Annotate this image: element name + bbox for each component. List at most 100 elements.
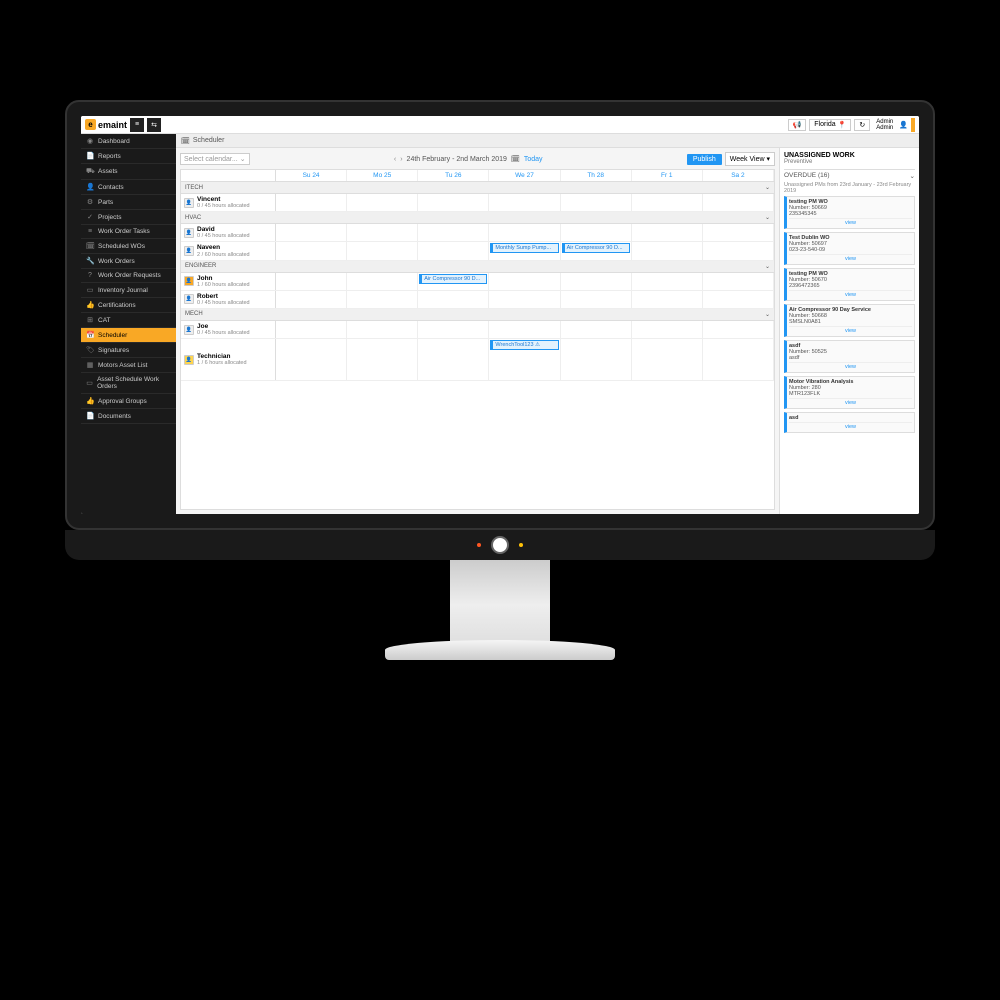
sidebar-item-documents[interactable]: 📄Documents bbox=[81, 409, 176, 424]
sidebar-item-dashboard[interactable]: ◉Dashboard bbox=[81, 134, 176, 149]
day-cell[interactable] bbox=[489, 321, 560, 338]
day-cell[interactable] bbox=[276, 339, 347, 380]
sidebar-item-contacts[interactable]: 👤Contacts bbox=[81, 180, 176, 195]
day-cell[interactable] bbox=[703, 291, 774, 308]
day-cell[interactable] bbox=[632, 291, 703, 308]
sidebar-item-certifications[interactable]: 👍Certifications bbox=[81, 298, 176, 313]
day-cell[interactable] bbox=[632, 224, 703, 241]
day-cell[interactable] bbox=[276, 273, 347, 290]
day-cell[interactable] bbox=[276, 224, 347, 241]
day-cell[interactable] bbox=[489, 194, 560, 211]
calendar-picker-icon[interactable]: 🗓 bbox=[511, 155, 520, 163]
day-cell[interactable] bbox=[276, 321, 347, 338]
prev-week-button[interactable]: ‹ bbox=[394, 156, 396, 163]
day-cell[interactable] bbox=[347, 291, 418, 308]
notifications-button[interactable]: 📢 bbox=[788, 119, 807, 131]
day-cell[interactable]: Air Compressor 90 D... bbox=[561, 242, 632, 259]
unassigned-work-card[interactable]: Motor Vibration AnalysisNumber: 280MTR12… bbox=[784, 376, 915, 409]
view-select[interactable]: Week View ▾ bbox=[725, 152, 775, 166]
resource-cell[interactable]: 👤Vincent0 / 45 hours allocated bbox=[181, 194, 276, 211]
day-cell[interactable]: Monthly Sump Pump... bbox=[489, 242, 560, 259]
sidebar-item-motors-asset-list[interactable]: ▦Motors Asset List bbox=[81, 358, 176, 373]
day-cell[interactable] bbox=[347, 273, 418, 290]
day-cell[interactable] bbox=[418, 291, 489, 308]
day-cell[interactable] bbox=[703, 273, 774, 290]
resource-group-header[interactable]: ENGINEER⌄ bbox=[181, 261, 774, 273]
day-cell[interactable] bbox=[703, 194, 774, 211]
day-cell[interactable] bbox=[418, 339, 489, 380]
unassigned-work-card[interactable]: testing PM WONumber: 506702396472365view bbox=[784, 268, 915, 301]
work-order-event[interactable]: Air Compressor 90 D... bbox=[419, 274, 487, 284]
sidebar-item-assets[interactable]: ⛟Assets bbox=[81, 164, 176, 180]
brand-logo[interactable]: e emaint bbox=[85, 119, 127, 130]
sidebar-item-cat[interactable]: ⊞CAT bbox=[81, 313, 176, 328]
card-view-link[interactable]: view bbox=[789, 290, 912, 298]
day-cell[interactable] bbox=[418, 194, 489, 211]
sidebar-item-inventory-journal[interactable]: ▭Inventory Journal bbox=[81, 283, 176, 298]
unassigned-work-card[interactable]: testing PM WONumber: 50669235345345view bbox=[784, 196, 915, 229]
sidebar-item-asset-schedule-work-orders[interactable]: ▭Asset Schedule Work Orders bbox=[81, 373, 176, 394]
sidebar-item-approval-groups[interactable]: 👍Approval Groups bbox=[81, 394, 176, 409]
calendar-select[interactable]: Select calendar... ⌄ bbox=[180, 153, 250, 165]
refresh-button[interactable]: ↻ bbox=[854, 119, 870, 131]
menu-toggle-button[interactable]: ≡ bbox=[130, 118, 144, 132]
day-header[interactable]: Tu 26 bbox=[418, 170, 489, 181]
day-cell[interactable] bbox=[347, 224, 418, 241]
sidebar-item-signatures[interactable]: 🏷Signatures bbox=[81, 343, 176, 358]
day-header[interactable]: Sa 2 bbox=[703, 170, 774, 181]
day-cell[interactable] bbox=[276, 242, 347, 259]
day-cell[interactable] bbox=[418, 224, 489, 241]
day-cell[interactable] bbox=[703, 242, 774, 259]
day-cell[interactable] bbox=[561, 194, 632, 211]
day-cell[interactable] bbox=[418, 242, 489, 259]
resource-cell[interactable]: 👤Joe0 / 45 hours allocated bbox=[181, 321, 276, 338]
publish-button[interactable]: Publish bbox=[687, 154, 722, 165]
day-cell[interactable] bbox=[418, 321, 489, 338]
day-cell[interactable] bbox=[489, 224, 560, 241]
card-view-link[interactable]: view bbox=[789, 362, 912, 370]
resource-cell[interactable]: 👤Robert0 / 45 hours allocated bbox=[181, 291, 276, 308]
sidebar-item-work-order-tasks[interactable]: ≡Work Order Tasks bbox=[81, 225, 176, 239]
resource-cell[interactable]: 👤David0 / 45 hours allocated bbox=[181, 224, 276, 241]
day-cell[interactable] bbox=[632, 194, 703, 211]
day-cell[interactable] bbox=[276, 194, 347, 211]
resource-group-header[interactable]: HVAC⌄ bbox=[181, 212, 774, 224]
day-cell[interactable] bbox=[347, 339, 418, 380]
day-cell[interactable] bbox=[632, 321, 703, 338]
day-cell[interactable] bbox=[489, 291, 560, 308]
resource-group-header[interactable]: MECH⌄ bbox=[181, 309, 774, 321]
resource-cell[interactable]: 👤John1 / 60 hours allocated bbox=[181, 273, 276, 290]
work-order-event[interactable]: Air Compressor 90 D... bbox=[562, 243, 630, 253]
overdue-section-toggle[interactable]: OVERDUE (16) ⌄ bbox=[784, 172, 915, 180]
day-cell[interactable] bbox=[561, 273, 632, 290]
card-view-link[interactable]: view bbox=[789, 398, 912, 406]
day-cell[interactable] bbox=[632, 273, 703, 290]
day-cell[interactable] bbox=[561, 339, 632, 380]
day-cell[interactable] bbox=[632, 242, 703, 259]
card-view-link[interactable]: view bbox=[789, 326, 912, 334]
sidebar-item-reports[interactable]: 📄Reports bbox=[81, 149, 176, 164]
day-cell[interactable] bbox=[703, 224, 774, 241]
sidebar-item-work-orders[interactable]: 🔧Work Orders bbox=[81, 254, 176, 269]
sidebar-item-projects[interactable]: ✓Projects bbox=[81, 210, 176, 225]
unassigned-work-card[interactable]: Test Dublin WONumber: 50697023-23-540-09… bbox=[784, 232, 915, 265]
resource-group-header[interactable]: ITECH⌄ bbox=[181, 182, 774, 194]
resource-cell[interactable]: 👤Naveen2 / 60 hours allocated bbox=[181, 242, 276, 259]
share-button[interactable]: ⇆ bbox=[147, 118, 161, 132]
sidebar-item-parts[interactable]: ⚙Parts bbox=[81, 195, 176, 210]
user-menu[interactable]: Admin Admin bbox=[873, 119, 896, 131]
card-view-link[interactable]: view bbox=[789, 218, 912, 226]
day-cell[interactable]: Air Compressor 90 D... bbox=[418, 273, 489, 290]
sidebar-item-scheduler[interactable]: 📅Scheduler bbox=[81, 328, 176, 343]
unassigned-work-card[interactable]: asdview bbox=[784, 412, 915, 433]
day-cell[interactable] bbox=[632, 339, 703, 380]
card-view-link[interactable]: view bbox=[789, 254, 912, 262]
unassigned-work-card[interactable]: asdfNumber: 50525asdfview bbox=[784, 340, 915, 373]
day-header[interactable]: We 27 bbox=[489, 170, 560, 181]
day-cell[interactable] bbox=[347, 194, 418, 211]
day-cell[interactable] bbox=[561, 224, 632, 241]
day-cell[interactable] bbox=[561, 321, 632, 338]
day-header[interactable]: Mo 25 bbox=[347, 170, 418, 181]
day-cell[interactable] bbox=[489, 273, 560, 290]
next-week-button[interactable]: › bbox=[400, 156, 402, 163]
